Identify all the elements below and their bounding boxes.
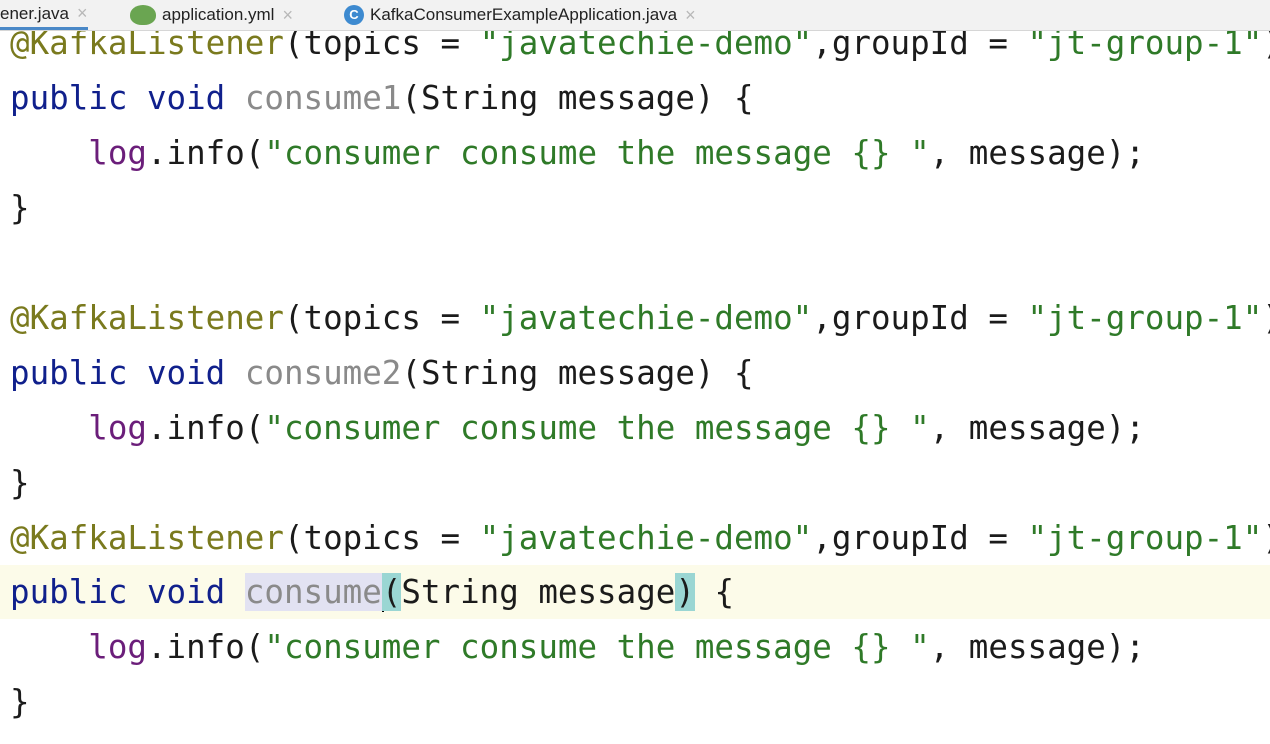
method-name-consume1: consume1 <box>244 79 402 117</box>
code-line-method-signature-2[interactable]: public void consume2(String message) { <box>10 346 754 400</box>
code-line-close-1[interactable]: } <box>10 181 30 235</box>
code-line-close-2[interactable]: } <box>10 456 30 510</box>
close-icon[interactable]: × <box>282 5 293 26</box>
java-class-icon: C <box>344 5 364 25</box>
close-icon[interactable]: × <box>685 5 696 26</box>
tab-label: ener.java <box>0 3 69 23</box>
tab-kafka-consumer-example-application[interactable]: C KafkaConsumerExampleApplication.java × <box>344 0 696 30</box>
code-line-close-3[interactable]: } <box>10 675 30 729</box>
tab-listener-java[interactable]: ener.java × <box>0 0 88 30</box>
code-line-annotation-3[interactable]: @KafkaListener(topics = "javatechie-demo… <box>10 511 1270 565</box>
code-line-annotation-2[interactable]: @KafkaListener(topics = "javatechie-demo… <box>10 291 1270 345</box>
editor-tab-bar: ener.java × application.yml × C KafkaCon… <box>0 0 1270 31</box>
code-editor[interactable]: @KafkaListener(topics = "javatechie-demo… <box>0 0 1270 744</box>
tab-application-yml[interactable]: application.yml × <box>130 0 293 30</box>
tab-label: KafkaConsumerExampleApplication.java <box>370 5 678 24</box>
method-name-consume2: consume2 <box>244 354 402 392</box>
code-line-method-signature-3[interactable]: public void consume(String message) { <box>10 565 734 619</box>
code-line-log-3[interactable]: log.info("consumer consume the message {… <box>10 620 1145 674</box>
matched-paren-open: ( <box>381 573 402 611</box>
code-line-log-1[interactable]: log.info("consumer consume the message {… <box>10 126 1145 180</box>
method-name-consume: consume <box>244 573 382 611</box>
close-icon[interactable]: × <box>77 3 88 24</box>
code-line-method-signature-1[interactable]: public void consume1(String message) { <box>10 71 754 125</box>
matched-paren-close: ) <box>675 573 695 611</box>
yml-file-icon <box>130 5 156 25</box>
code-line-log-2[interactable]: log.info("consumer consume the message {… <box>10 401 1145 455</box>
tab-label: application.yml <box>162 5 275 24</box>
